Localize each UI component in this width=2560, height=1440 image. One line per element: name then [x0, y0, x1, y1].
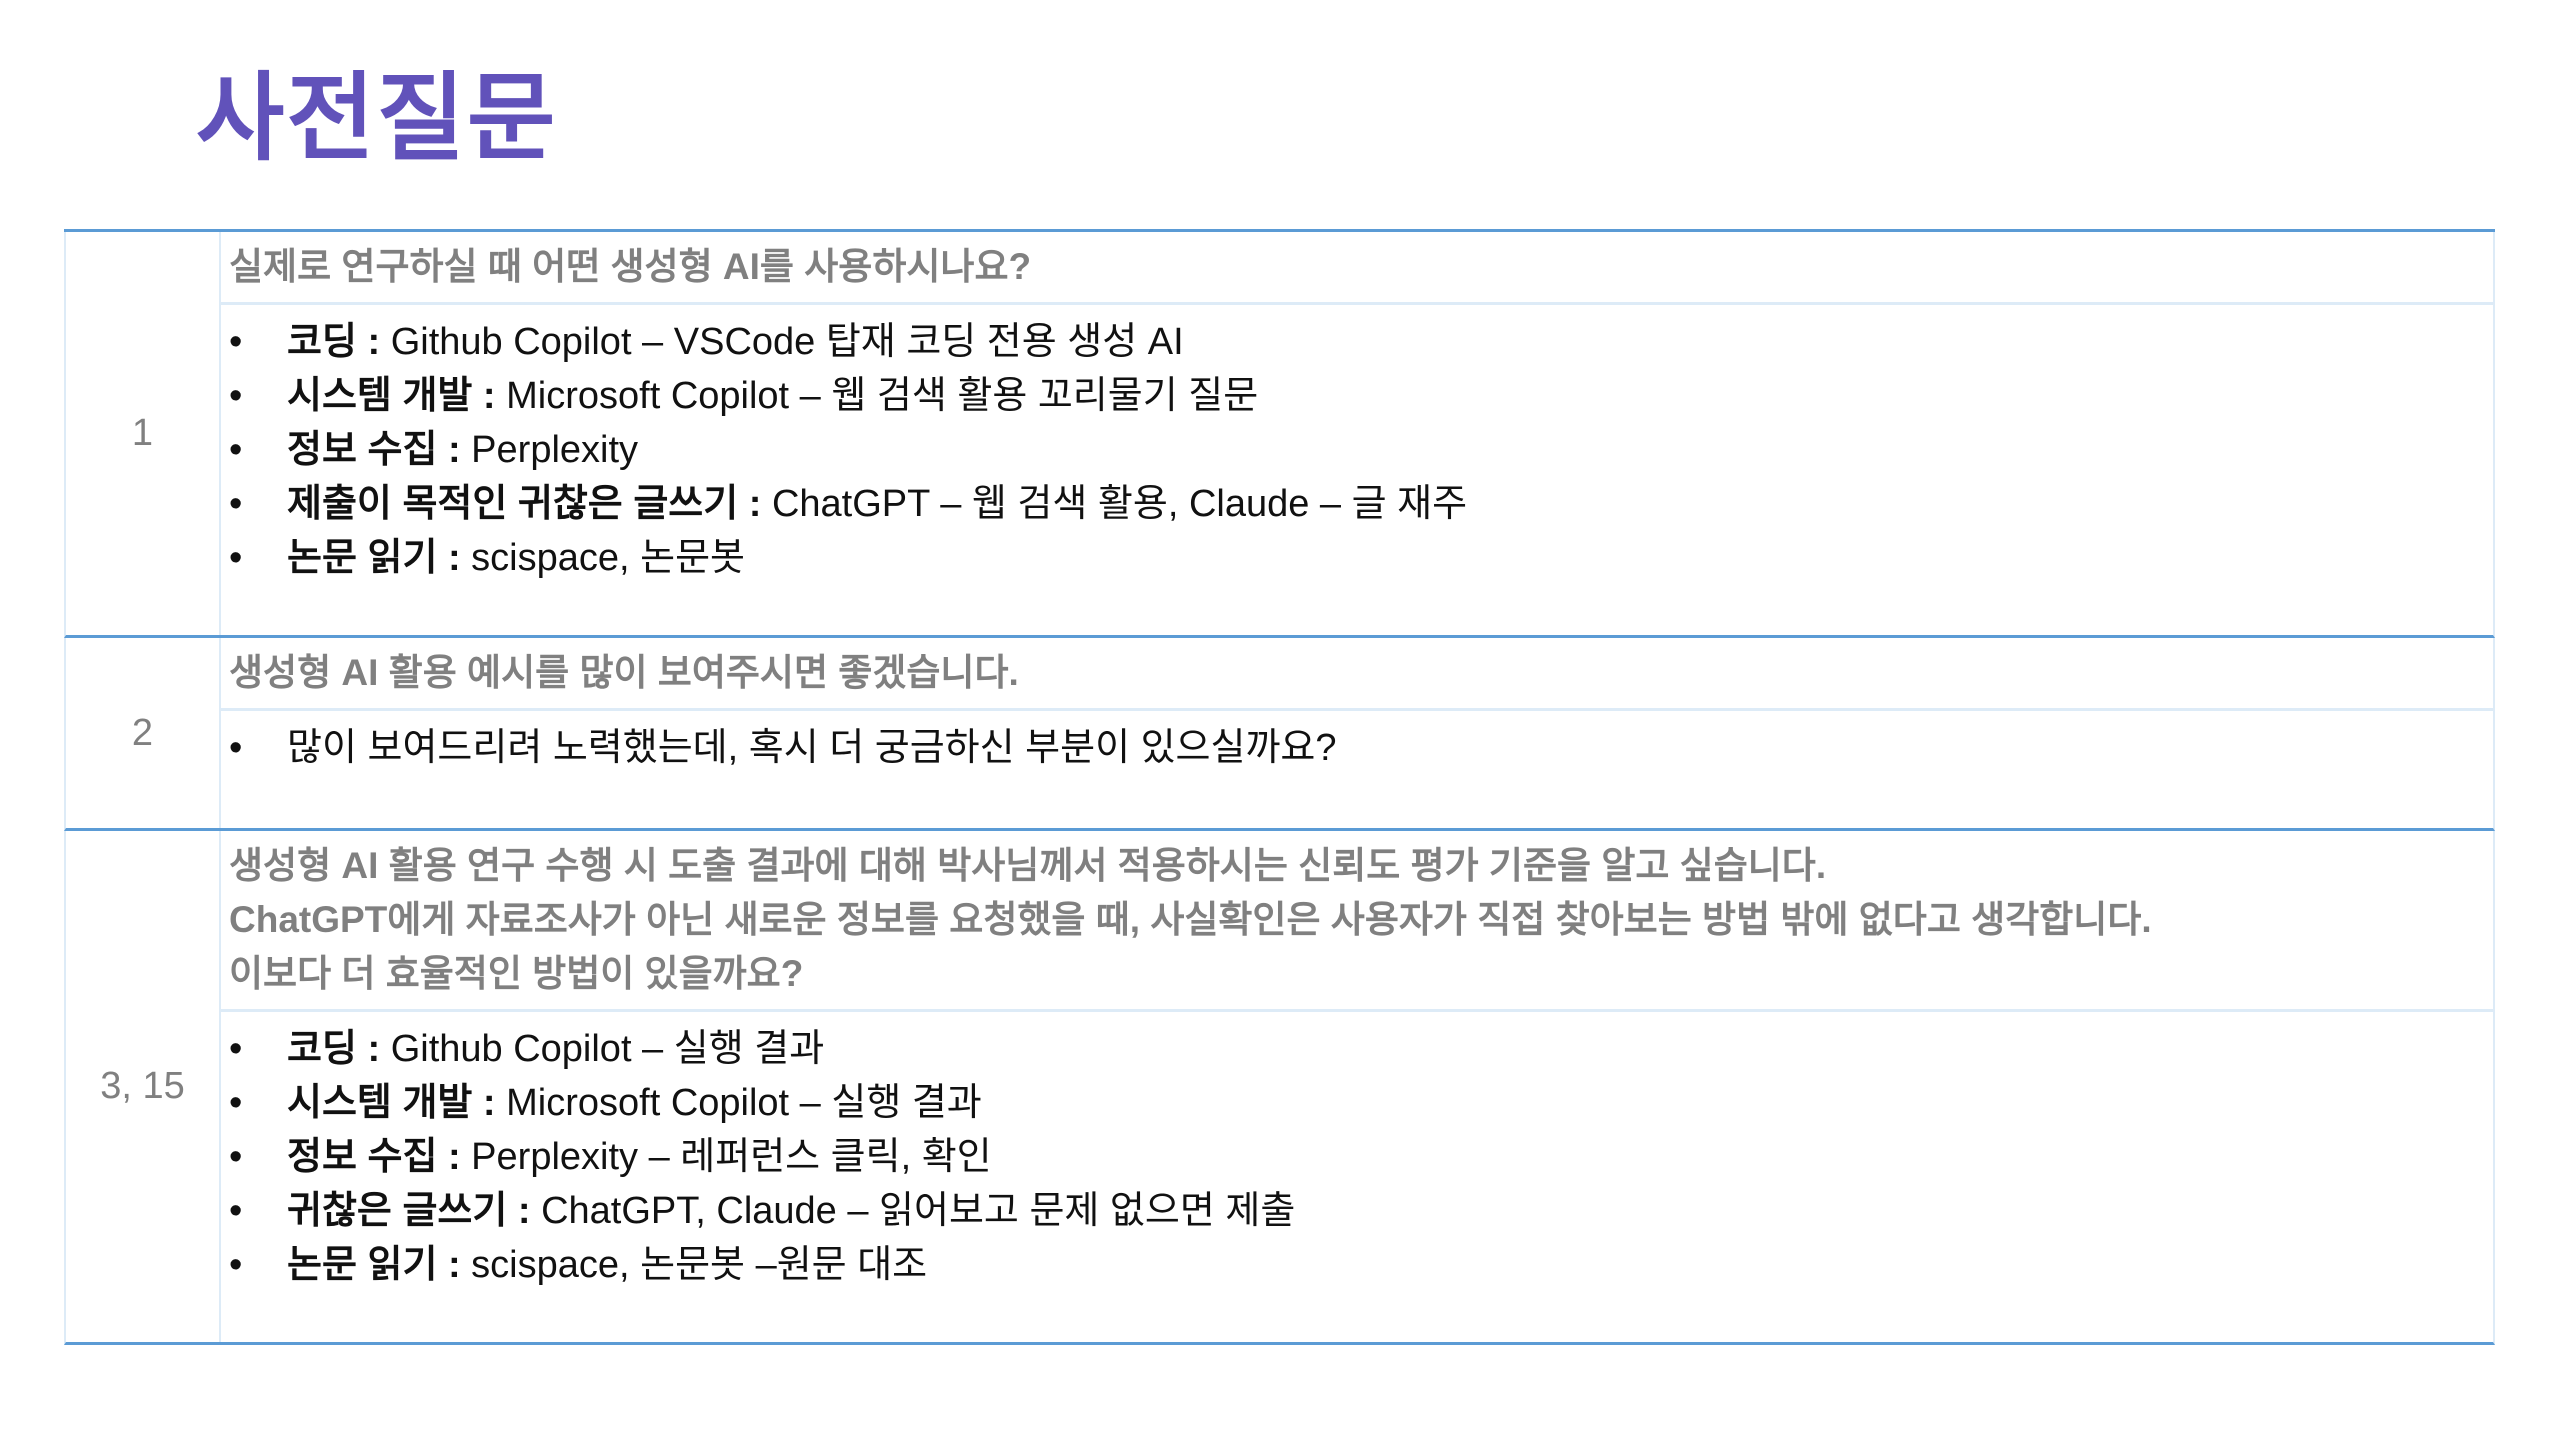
bullet-icon: • — [229, 1244, 243, 1286]
question-text: 생성형 AI 활용 예시를 많이 보여주시면 좋겠습니다. — [221, 638, 2493, 711]
answer-text: scispace, 논문봇 — [460, 537, 746, 579]
answer-label: 시스템 개발 : — [287, 375, 496, 417]
bullet-icon: • — [229, 1082, 243, 1124]
bullet-icon: • — [229, 537, 243, 579]
list-item: • 정보 수집 : Perplexity – 레퍼런스 클릭, 확인 — [229, 1130, 2493, 1184]
table-row: 1 실제로 연구하실 때 어떤 생성형 AI를 사용하시나요? • 코딩 : Gi… — [64, 232, 2495, 638]
list-item: • 제출이 목적인 귀찮은 글쓰기 : ChatGPT – 웹 검색 활용, Cl… — [229, 477, 2493, 531]
bullet-icon: • — [229, 1028, 243, 1070]
answer-label: 정보 수집 : — [287, 429, 461, 471]
bullet-icon: • — [229, 483, 243, 525]
bullet-icon: • — [229, 1190, 243, 1232]
question-number: 1 — [66, 232, 221, 635]
question-number: 2 — [66, 638, 221, 828]
question-text: 생성형 AI 활용 연구 수행 시 도출 결과에 대해 박사님께서 적용하시는 … — [221, 831, 2493, 1012]
answer-text: Perplexity – 레퍼런스 클릭, 확인 — [460, 1136, 992, 1178]
answer-text: Github Copilot – VSCode 탑재 코딩 전용 생성 AI — [380, 321, 1184, 363]
bullet-icon: • — [229, 321, 243, 363]
answer-label: 논문 읽기 : — [287, 1244, 461, 1286]
list-item: • 논문 읽기 : scispace, 논문봇 — [229, 531, 2493, 585]
row-content: 생성형 AI 활용 연구 수행 시 도출 결과에 대해 박사님께서 적용하시는 … — [221, 831, 2493, 1342]
list-item: • 정보 수집 : Perplexity — [229, 423, 2493, 477]
answer-text: ChatGPT – 웹 검색 활용, Claude – 글 재주 — [761, 483, 1468, 525]
question-text: 실제로 연구하실 때 어떤 생성형 AI를 사용하시나요? — [221, 232, 2493, 305]
answer-list: • 코딩 : Github Copilot – 실행 결과 • 시스템 개발 : M… — [221, 1012, 2493, 1292]
answer-label: 코딩 : — [287, 1028, 381, 1070]
bullet-icon: • — [229, 727, 243, 769]
list-item: • 시스템 개발 : Microsoft Copilot – 웹 검색 활용 꼬리… — [229, 369, 2493, 423]
answer-text: Github Copilot – 실행 결과 — [380, 1028, 825, 1070]
question-line: 이보다 더 효율적인 방법이 있을까요? — [229, 953, 804, 994]
answer-label: 귀찮은 글쓰기 : — [287, 1190, 531, 1232]
bullet-icon: • — [229, 1136, 243, 1178]
answer-label: 정보 수집 : — [287, 1136, 461, 1178]
answer-text: Microsoft Copilot – 웹 검색 활용 꼬리물기 질문 — [495, 375, 1259, 417]
table-row: 2 생성형 AI 활용 예시를 많이 보여주시면 좋겠습니다. • 많이 보여드리… — [64, 638, 2495, 831]
question-line: 생성형 AI 활용 연구 수행 시 도출 결과에 대해 박사님께서 적용하시는 … — [229, 845, 1827, 886]
answer-list: • 많이 보여드리려 노력했는데, 혹시 더 궁금하신 부분이 있으실까요? — [221, 711, 2493, 775]
list-item: • 시스템 개발 : Microsoft Copilot – 실행 결과 — [229, 1076, 2493, 1130]
answer-text: Microsoft Copilot – 실행 결과 — [495, 1082, 982, 1124]
table-row: 3, 15 생성형 AI 활용 연구 수행 시 도출 결과에 대해 박사님께서 … — [64, 831, 2495, 1345]
row-content: 생성형 AI 활용 예시를 많이 보여주시면 좋겠습니다. • 많이 보여드리려 … — [221, 638, 2493, 828]
answer-text: scispace, 논문봇 –원문 대조 — [460, 1244, 928, 1286]
list-item: • 귀찮은 글쓰기 : ChatGPT, Claude – 읽어보고 문제 없으면… — [229, 1184, 2493, 1238]
bullet-icon: • — [229, 375, 243, 417]
question-line: ChatGPT에게 자료조사가 아닌 새로운 정보를 요청했을 때, 사실확인은… — [229, 899, 2152, 940]
answer-text: ChatGPT, Claude – 읽어보고 문제 없으면 제출 — [530, 1190, 1296, 1232]
answer-text: Perplexity — [460, 429, 639, 471]
answer-label: 제출이 목적인 귀찮은 글쓰기 : — [287, 483, 762, 525]
answer-text: 많이 보여드리려 노력했는데, 혹시 더 궁금하신 부분이 있으실까요? — [287, 727, 1337, 769]
page-title: 사전질문 — [196, 65, 558, 172]
question-number: 3, 15 — [66, 831, 221, 1342]
questions-table: 1 실제로 연구하실 때 어떤 생성형 AI를 사용하시나요? • 코딩 : Gi… — [64, 229, 2495, 1345]
bullet-icon: • — [229, 429, 243, 471]
list-item: • 논문 읽기 : scispace, 논문봇 –원문 대조 — [229, 1238, 2493, 1292]
row-content: 실제로 연구하실 때 어떤 생성형 AI를 사용하시나요? • 코딩 : Gith… — [221, 232, 2493, 635]
answer-list: • 코딩 : Github Copilot – VSCode 탑재 코딩 전용 생… — [221, 305, 2493, 585]
answer-label: 논문 읽기 : — [287, 537, 461, 579]
answer-label: 코딩 : — [287, 321, 381, 363]
list-item: • 코딩 : Github Copilot – VSCode 탑재 코딩 전용 생… — [229, 315, 2493, 369]
answer-label: 시스템 개발 : — [287, 1082, 496, 1124]
list-item: • 많이 보여드리려 노력했는데, 혹시 더 궁금하신 부분이 있으실까요? — [229, 721, 2493, 775]
list-item: • 코딩 : Github Copilot – 실행 결과 — [229, 1022, 2493, 1076]
